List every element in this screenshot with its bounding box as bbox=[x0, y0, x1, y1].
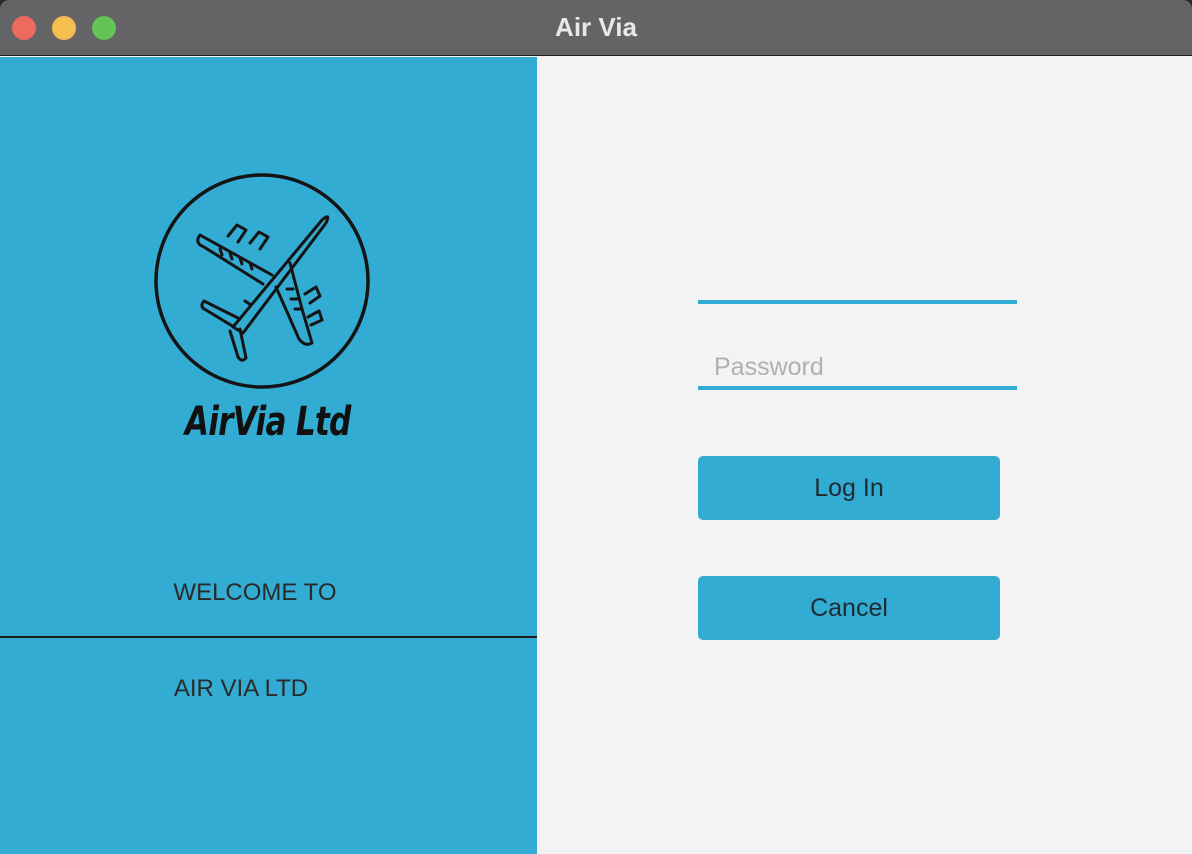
window-title: Air Via bbox=[555, 12, 637, 42]
login-panel: Log In Cancel bbox=[537, 57, 1192, 854]
cancel-button[interactable]: Cancel bbox=[698, 576, 1000, 640]
logo-wordmark: AirVia Ltd bbox=[184, 399, 352, 445]
username-input[interactable] bbox=[698, 262, 1017, 304]
branding-panel: AirVia Ltd WELCOME TO AIR VIA LTD bbox=[0, 57, 537, 854]
company-name-label: AIR VIA LTD bbox=[173, 675, 309, 702]
log-in-button[interactable]: Log In bbox=[698, 456, 1000, 520]
app-window: Air Via AirVia Ltd WELCOME TO AIR VIA LT… bbox=[0, 0, 1192, 854]
divider-line bbox=[0, 636, 537, 638]
welcome-label: WELCOME TO bbox=[173, 579, 337, 606]
title-bar[interactable]: Air Via bbox=[0, 0, 1192, 56]
password-input[interactable] bbox=[698, 348, 1017, 390]
